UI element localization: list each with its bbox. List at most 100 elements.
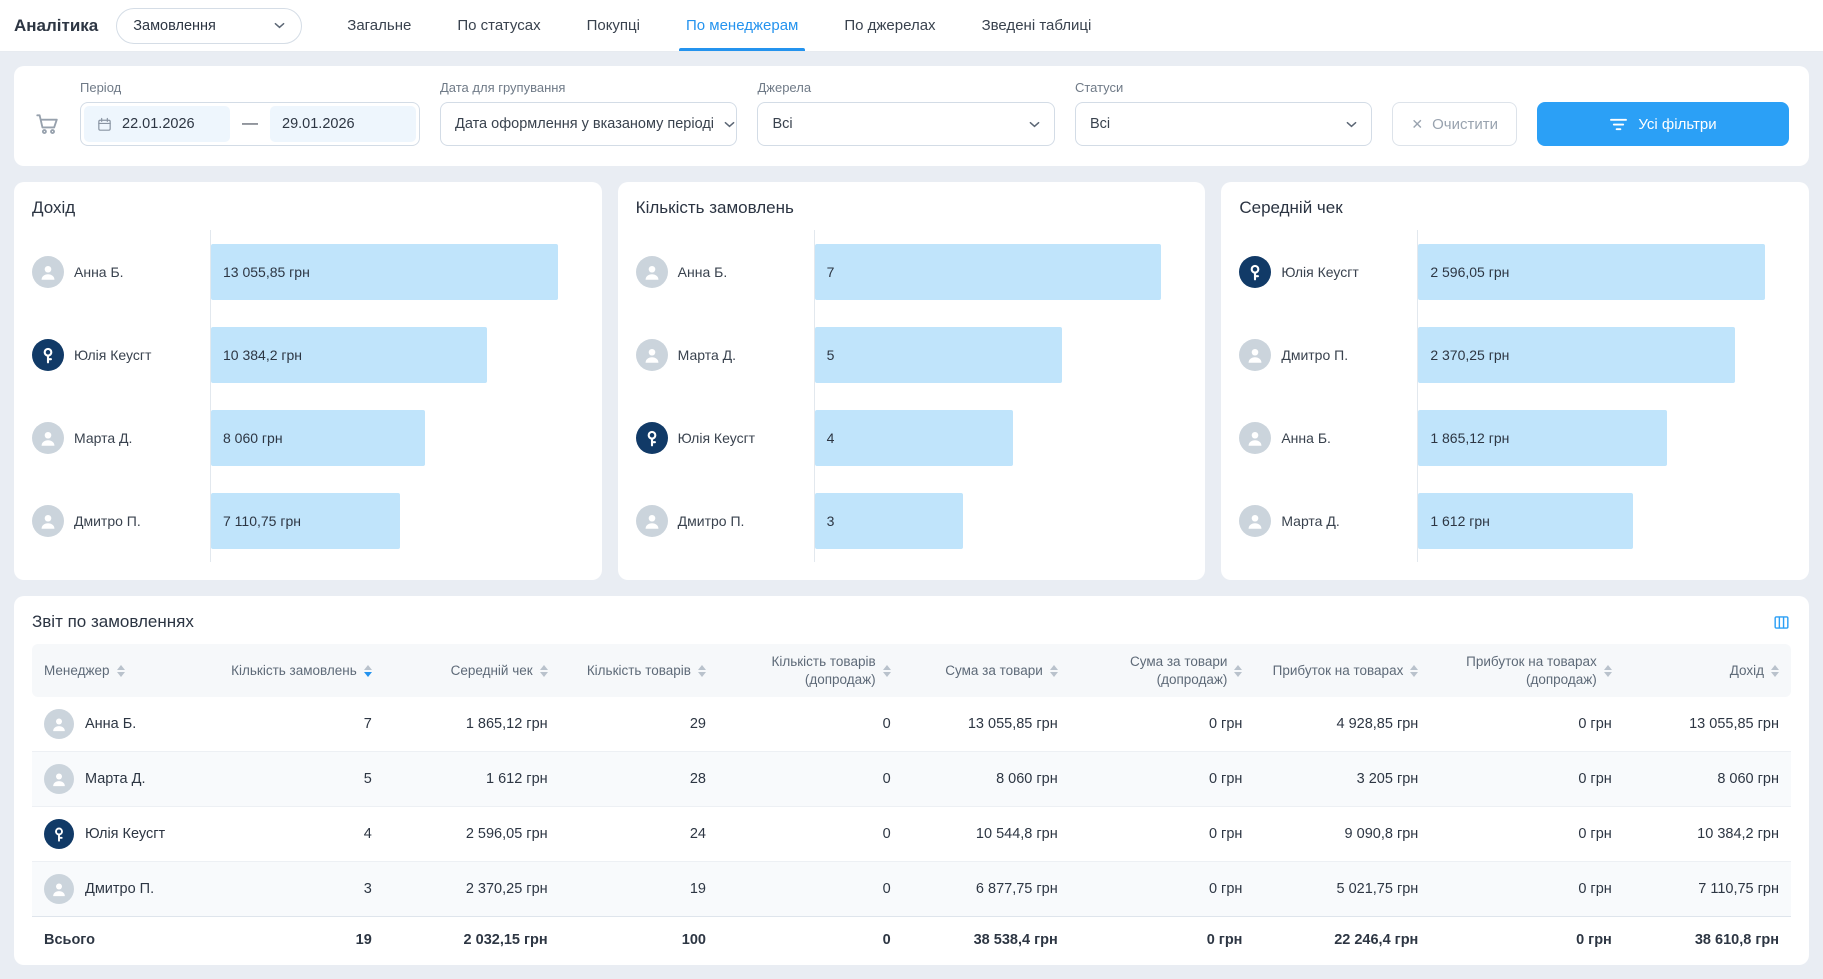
total-cell: 0 грн (1070, 917, 1255, 966)
date-separator: — (242, 115, 258, 133)
chart-row: Дмитро П. 7 110,75 грн (32, 479, 584, 562)
tab-1[interactable]: Загальне (324, 0, 434, 51)
date-from-input[interactable]: 22.01.2026 (84, 106, 230, 142)
manager-name: Марта Д. (74, 430, 132, 446)
chart-row-label: Марта Д. (32, 422, 210, 454)
entity-select[interactable]: Замовлення (116, 8, 302, 44)
bar[interactable]: 4 (815, 410, 1013, 466)
sort-icon[interactable] (364, 665, 372, 677)
statuses-select-value: Всі (1090, 116, 1110, 132)
manager-cell: Анна Б. (32, 697, 208, 752)
column-header[interactable]: Дохід (1624, 644, 1791, 697)
table-cell: 29 (560, 697, 718, 752)
bar[interactable]: 13 055,85 грн (211, 244, 558, 300)
tab-2[interactable]: По статусах (434, 0, 563, 51)
sort-icon[interactable] (1050, 665, 1058, 677)
tab-3[interactable]: Покупці (564, 0, 663, 51)
tab-6[interactable]: Зведені таблиці (959, 0, 1115, 51)
bar[interactable]: 10 384,2 грн (211, 327, 487, 383)
bar[interactable]: 3 (815, 493, 964, 549)
sort-icon[interactable] (1410, 665, 1418, 677)
total-cell: 19 (208, 917, 384, 966)
keycrm-avatar (44, 819, 74, 849)
sort-icon[interactable] (1234, 665, 1242, 677)
person-icon (1244, 344, 1266, 366)
bar-value-label: 4 (827, 430, 835, 446)
clear-filters-button[interactable]: ✕ Очистити (1392, 102, 1517, 146)
column-label: Кількість товарів (допродаж) (730, 653, 876, 688)
bar-value-label: 8 060 грн (223, 430, 283, 446)
table-cell: 4 (208, 807, 384, 862)
column-header[interactable]: Кількість замовлень (208, 644, 384, 697)
bar-area: 7 110,75 грн (210, 479, 584, 562)
bar[interactable]: 7 110,75 грн (211, 493, 400, 549)
sort-asc-arrow (883, 665, 891, 670)
bar[interactable]: 8 060 грн (211, 410, 425, 466)
bar[interactable]: 2 370,25 грн (1418, 327, 1734, 383)
column-header[interactable]: Кількість товарів (допродаж) (718, 644, 903, 697)
sources-select-value: Всі (772, 116, 792, 132)
table-row: Марта Д.51 612 грн2808 060 грн0 грн3 205… (32, 752, 1791, 807)
manager-name: Дмитро П. (74, 513, 141, 529)
bar-area: 5 (814, 313, 1188, 396)
sort-icon[interactable] (1604, 665, 1612, 677)
table-cell: 0 грн (1430, 807, 1623, 862)
bar[interactable]: 1 865,12 грн (1418, 410, 1667, 466)
chart-body: Анна Б.7Марта Д.5Юлія Кеусгт4Дмитро П.3 (636, 230, 1188, 562)
manager-name: Анна Б. (678, 264, 728, 280)
table-cell: 28 (560, 752, 718, 807)
sort-icon[interactable] (883, 665, 891, 677)
column-header[interactable]: Прибуток на товарах (1254, 644, 1430, 697)
statuses-select[interactable]: Всі (1075, 102, 1372, 146)
column-header-inner: Кількість товарів (572, 662, 706, 680)
key-icon (1244, 261, 1266, 283)
topbar: Аналітика Замовлення ЗагальнеПо статусах… (0, 0, 1823, 52)
bar-area: 10 384,2 грн (210, 313, 584, 396)
all-filters-button[interactable]: Усі фільтри (1537, 102, 1789, 146)
grouping-label: Дата для групування (440, 80, 737, 95)
chart-row: Анна Б.13 055,85 грн (32, 230, 584, 313)
table-cell: 4 928,85 грн (1254, 697, 1430, 752)
bar-area: 7 (814, 230, 1188, 313)
cart-icon (34, 111, 60, 137)
report-title: Звіт по замовленнях (32, 612, 194, 632)
report-card: Звіт по замовленнях Менеджер Кількість за… (14, 596, 1809, 965)
column-header[interactable]: Менеджер (32, 644, 208, 697)
sort-desc-arrow (1234, 672, 1242, 677)
sort-icon[interactable] (117, 665, 125, 677)
sort-icon[interactable] (540, 665, 548, 677)
person-icon (641, 510, 663, 532)
sources-select[interactable]: Всі (757, 102, 1054, 146)
person-icon (641, 261, 663, 283)
grouping-select[interactable]: Дата оформлення у вказаному періоді (440, 102, 737, 146)
column-header[interactable]: Середній чек (384, 644, 560, 697)
bar[interactable]: 1 612 грн (1418, 493, 1633, 549)
bar[interactable]: 7 (815, 244, 1162, 300)
charts-row: ДохідАнна Б.13 055,85 грнЮлія Кеусгт10 3… (14, 182, 1809, 580)
bar-area: 13 055,85 грн (210, 230, 584, 313)
tab-5[interactable]: По джерелах (821, 0, 958, 51)
column-header[interactable]: Кількість товарів (560, 644, 718, 697)
table-cell: 10 544,8 грн (903, 807, 1070, 862)
columns-settings-icon[interactable] (1772, 613, 1791, 632)
chart-row: Анна Б. 7 (636, 230, 1188, 313)
column-label: Кількість замовлень (231, 662, 357, 680)
period-label: Період (80, 80, 420, 95)
column-header[interactable]: Сума за товари (903, 644, 1070, 697)
bar[interactable]: 5 (815, 327, 1062, 383)
bar-area: 1 612 грн (1417, 479, 1791, 562)
tab-4[interactable]: По менеджерам (663, 0, 821, 51)
date-to-input[interactable]: 29.01.2026 (270, 106, 416, 142)
sort-asc-arrow (1771, 665, 1779, 670)
sort-icon[interactable] (698, 665, 706, 677)
manager-name: Дмитро П. (1281, 347, 1348, 363)
sort-icon[interactable] (1771, 665, 1779, 677)
column-header[interactable]: Сума за товари (допродаж) (1070, 644, 1255, 697)
chart-row: Марта Д.5 (636, 313, 1188, 396)
sort-desc-arrow (364, 672, 372, 677)
content: Період 22.01.2026 — 29.01.2026 Дата для (0, 52, 1823, 979)
chart-body: Анна Б.13 055,85 грнЮлія Кеусгт10 384,2 … (32, 230, 584, 562)
column-header[interactable]: Прибуток на товарах (допродаж) (1430, 644, 1623, 697)
bar[interactable]: 2 596,05 грн (1418, 244, 1765, 300)
table-cell: 8 060 грн (903, 752, 1070, 807)
